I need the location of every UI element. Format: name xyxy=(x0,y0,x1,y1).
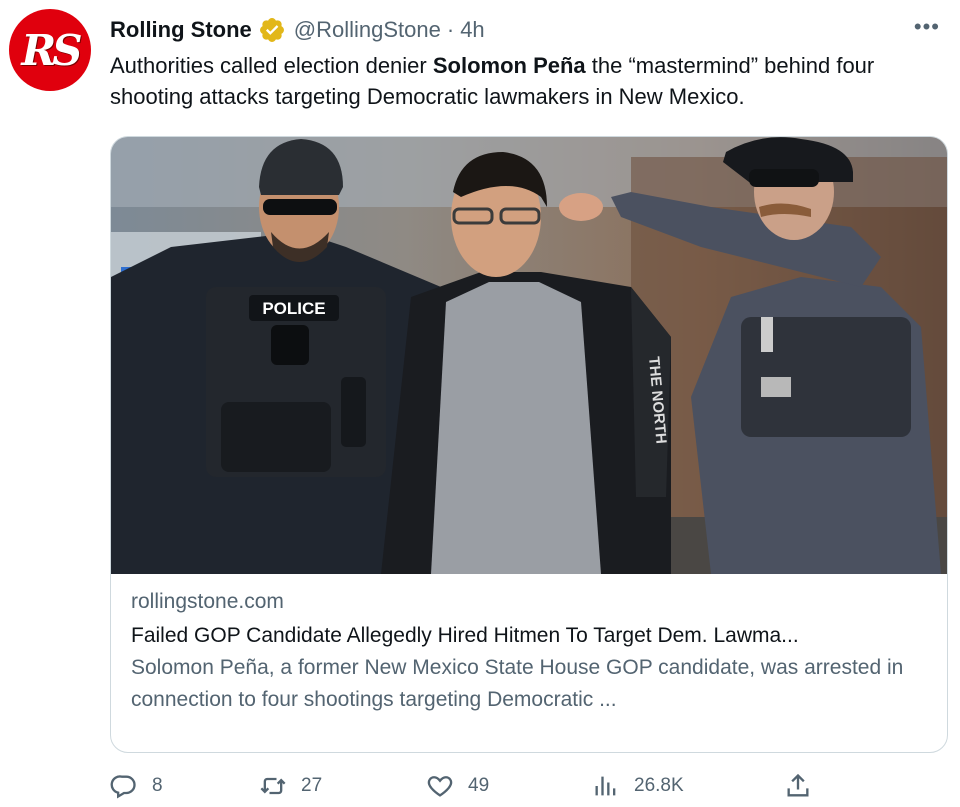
like-button[interactable]: 49 xyxy=(426,772,489,800)
views-icon xyxy=(595,776,616,796)
views-button[interactable]: 26.8K xyxy=(592,772,684,800)
timestamp[interactable]: 4h xyxy=(460,17,484,43)
share-icon xyxy=(787,773,809,797)
tweet-header: Rolling Stone @RollingStone · 4h ••• xyxy=(110,14,940,46)
avatar[interactable]: RS xyxy=(9,9,91,91)
tweet-actions: 8 27 49 26.8K xyxy=(110,772,830,807)
card-photo-illustration: POLICE THE NORTH xyxy=(111,137,947,574)
verified-badge-icon[interactable] xyxy=(258,16,286,44)
police-patch-text: POLICE xyxy=(262,299,325,318)
retweet-icon xyxy=(260,777,286,795)
card-description[interactable]: Solomon Peña, a former New Mexico State … xyxy=(131,652,927,716)
card-title[interactable]: Failed GOP Candidate Allegedly Hired Hit… xyxy=(131,620,927,652)
card-domain[interactable]: rollingstone.com xyxy=(131,587,927,617)
tweet-text-bold-name[interactable]: Solomon Peña xyxy=(433,53,586,78)
retweet-count: 27 xyxy=(301,775,323,796)
link-card[interactable]: POLICE THE NORTH rollingstone.com Failed… xyxy=(110,136,948,753)
card-photo[interactable]: POLICE THE NORTH xyxy=(111,137,947,574)
separator-dot: · xyxy=(446,17,455,42)
view-count: 26.8K xyxy=(634,775,684,796)
card-meta[interactable]: rollingstone.com Failed GOP Candidate Al… xyxy=(131,587,927,716)
reply-count: 8 xyxy=(152,775,163,796)
reply-icon xyxy=(110,775,136,799)
display-name[interactable]: Rolling Stone xyxy=(110,17,252,43)
share-button[interactable] xyxy=(784,772,826,800)
like-count: 49 xyxy=(468,775,490,796)
reply-button[interactable]: 8 xyxy=(110,772,163,800)
handle[interactable]: @RollingStone xyxy=(294,17,441,43)
tweet-text: Authorities called election denier Solom… xyxy=(110,50,950,112)
more-icon[interactable]: ••• xyxy=(914,14,940,40)
avatar-logo-text: RS xyxy=(21,25,82,75)
heart-icon xyxy=(427,776,453,797)
tweet-text-part: Authorities called election denier xyxy=(110,53,433,78)
retweet-button[interactable]: 27 xyxy=(259,772,322,800)
